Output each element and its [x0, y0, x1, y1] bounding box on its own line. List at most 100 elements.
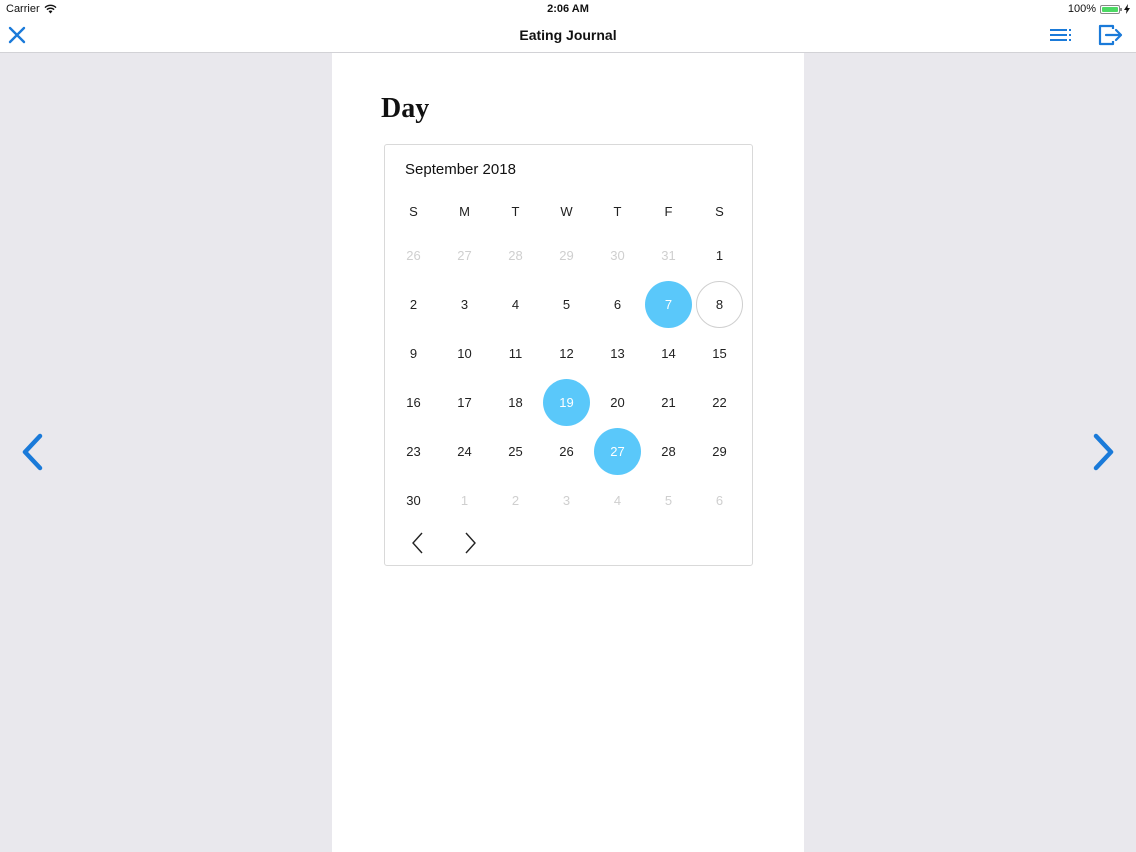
calendar-day-number: 9: [409, 346, 418, 361]
status-bar: Carrier 2:06 AM 100%: [0, 0, 1136, 18]
calendar-week-row: 30 1 2 3 4 5 6: [388, 476, 745, 525]
calendar-day-number: 15: [712, 346, 727, 361]
previous-page-arrow-icon[interactable]: [20, 433, 46, 471]
weekday-label: M: [459, 204, 470, 219]
calendar-day-number: 2: [511, 493, 520, 508]
section-heading: Day: [381, 93, 430, 124]
calendar-week-row: 26 27 28 29 30 31 1: [388, 231, 745, 280]
calendar-day-number: 29: [712, 444, 727, 459]
calendar-day[interactable]: 6: [694, 476, 745, 525]
calendar-day[interactable]: 27: [439, 231, 490, 280]
calendar-week-row: 9 10 11 12 13 14 15: [388, 329, 745, 378]
calendar-day[interactable]: 26: [388, 231, 439, 280]
calendar-day[interactable]: 12: [541, 329, 592, 378]
calendar-day-number: 21: [661, 395, 676, 410]
battery-percent: 100%: [1067, 3, 1096, 15]
calendar-day-number: 26: [406, 248, 421, 263]
calendar-day[interactable]: 17: [439, 378, 490, 427]
calendar-day[interactable]: 15: [694, 329, 745, 378]
calendar-day[interactable]: 30: [592, 231, 643, 280]
calendar-day[interactable]: 2: [490, 476, 541, 525]
navigation-bar: Eating Journal: [0, 18, 1136, 53]
calendar-day[interactable]: 4: [592, 476, 643, 525]
calendar-day-number: 26: [559, 444, 574, 459]
battery-indicator: 100%: [1068, 3, 1130, 15]
calendar-day-number: 13: [610, 346, 625, 361]
calendar-day[interactable]: 20: [592, 378, 643, 427]
battery-icon: [1100, 4, 1122, 14]
calendar-day[interactable]: 29: [541, 231, 592, 280]
weekday-label: F: [664, 204, 673, 219]
calendar-day[interactable]: 22: [694, 378, 745, 427]
calendar-day[interactable]: 3: [541, 476, 592, 525]
calendar-day[interactable]: 21: [643, 378, 694, 427]
calendar-day[interactable]: 23: [388, 427, 439, 476]
calendar-day-number: 8: [696, 281, 743, 328]
calendar-day-number: 25: [508, 444, 523, 459]
calendar-day[interactable]: 1: [439, 476, 490, 525]
calendar-day[interactable]: 13: [592, 329, 643, 378]
calendar-day[interactable]: 1: [694, 231, 745, 280]
list-icon[interactable]: [1049, 27, 1073, 43]
calendar-day-number: 22: [712, 395, 727, 410]
calendar-day[interactable]: 18: [490, 378, 541, 427]
calendar-day-number: 6: [715, 493, 724, 508]
weekday-label: T: [511, 204, 520, 219]
page-title: Eating Journal: [519, 27, 617, 43]
calendar-day-number: 3: [562, 493, 571, 508]
calendar-day[interactable]: 16: [388, 378, 439, 427]
calendar-day-number: 5: [664, 493, 673, 508]
previous-month-icon[interactable]: [408, 530, 428, 556]
calendar-day-number: 27: [457, 248, 472, 263]
calendar-day-number: 31: [661, 248, 676, 263]
calendar-day-number: 5: [562, 297, 571, 312]
calendar-day-number: 6: [613, 297, 622, 312]
calendar-day[interactable]: 10: [439, 329, 490, 378]
calendar-day[interactable]: 2: [388, 280, 439, 329]
calendar-day[interactable]: 25: [490, 427, 541, 476]
calendar-day-number: 7: [645, 281, 692, 328]
calendar-day[interactable]: 3: [439, 280, 490, 329]
calendar-day[interactable]: 30: [388, 476, 439, 525]
calendar-day[interactable]: 5: [643, 476, 694, 525]
calendar-day[interactable]: 24: [439, 427, 490, 476]
calendar-day[interactable]: 31: [643, 231, 694, 280]
calendar: September 2018 SMTWTFS 26 27 28 29 30 31 1 2 3 4 5…: [384, 144, 753, 566]
calendar-day-number: 20: [610, 395, 625, 410]
calendar-day-number: 28: [508, 248, 523, 263]
calendar-day[interactable]: 28: [643, 427, 694, 476]
weekday-label: S: [409, 204, 418, 219]
calendar-day-number: 24: [457, 444, 472, 459]
calendar-day[interactable]: 26: [541, 427, 592, 476]
weekday-header: SMTWTFS: [388, 204, 745, 219]
calendar-day[interactable]: 5: [541, 280, 592, 329]
calendar-day-selected[interactable]: 27: [592, 427, 643, 476]
calendar-day[interactable]: 28: [490, 231, 541, 280]
calendar-day[interactable]: 14: [643, 329, 694, 378]
calendar-day[interactable]: 6: [592, 280, 643, 329]
calendar-day-number: 30: [406, 493, 421, 508]
calendar-week-row: 2 3 4 5 6 78: [388, 280, 745, 329]
calendar-day[interactable]: 4: [490, 280, 541, 329]
calendar-day-number: 3: [460, 297, 469, 312]
calendar-day-selected[interactable]: 19: [541, 378, 592, 427]
calendar-day-number: 4: [613, 493, 622, 508]
weekday-label: S: [715, 204, 724, 219]
calendar-day[interactable]: 11: [490, 329, 541, 378]
calendar-week-row: 16 17 18 19 20 21 22: [388, 378, 745, 427]
next-month-icon[interactable]: [460, 530, 480, 556]
calendar-day-number: 16: [406, 395, 421, 410]
calendar-day-number: 30: [610, 248, 625, 263]
calendar-day-selected[interactable]: 7: [643, 280, 694, 329]
calendar-month-label: September 2018: [405, 161, 516, 178]
calendar-day-number: 4: [511, 297, 520, 312]
calendar-day-number: 1: [460, 493, 469, 508]
calendar-week-row: 23 24 25 26 27 28 29: [388, 427, 745, 476]
weekday-label: W: [560, 204, 573, 219]
export-icon[interactable]: [1098, 24, 1124, 46]
calendar-day[interactable]: 29: [694, 427, 745, 476]
next-page-arrow-icon[interactable]: [1090, 433, 1116, 471]
calendar-day[interactable]: 9: [388, 329, 439, 378]
calendar-day-number: 23: [406, 444, 421, 459]
calendar-day-today[interactable]: 8: [694, 280, 745, 329]
